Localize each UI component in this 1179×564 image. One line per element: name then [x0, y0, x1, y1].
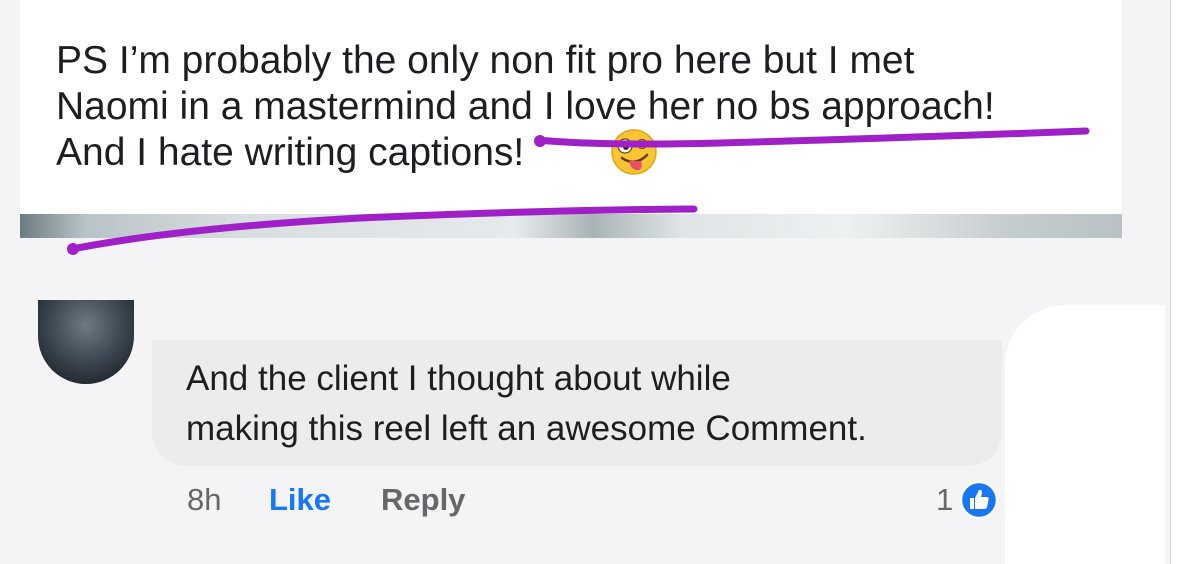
thumbs-up-icon — [960, 480, 999, 520]
reaction-summary[interactable]: 1 — [936, 478, 999, 522]
zany-face-emoji-icon — [611, 129, 657, 175]
post-caption-panel: PS I’m probably the only non fit pro her… — [20, 0, 1122, 218]
like-button[interactable]: Like — [269, 482, 381, 518]
screen-edge — [1170, 0, 1179, 564]
reaction-count: 1 — [936, 482, 954, 517]
reply-button[interactable]: Reply — [381, 482, 465, 518]
comment-text: And the client I thought about while mak… — [186, 359, 867, 448]
comment-actions: 8h Like Reply — [187, 478, 465, 522]
post-caption: PS I’m probably the only non fit pro her… — [56, 39, 995, 174]
side-card — [1005, 305, 1165, 564]
post-image-edge[interactable] — [20, 214, 1122, 238]
comment-bubble[interactable]: And the client I thought about while mak… — [152, 340, 1002, 466]
comment-timestamp[interactable]: 8h — [187, 482, 269, 518]
